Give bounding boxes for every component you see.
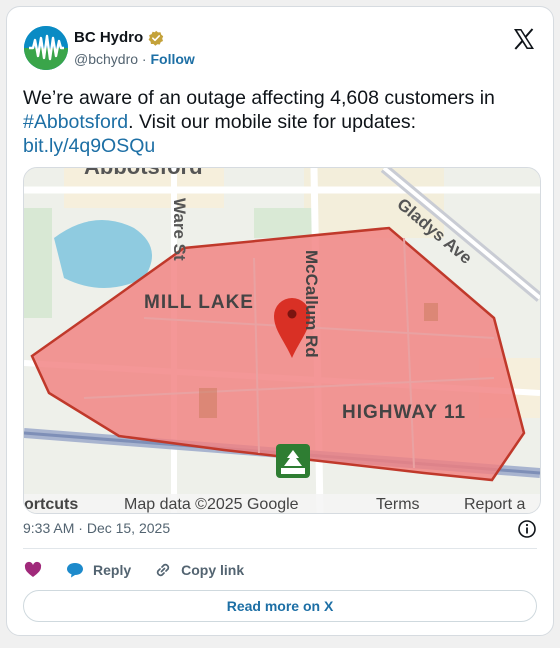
divider: [23, 548, 537, 549]
map-attribution: Map data ©2025 Google: [124, 496, 299, 513]
handle-separator: ·: [141, 51, 147, 67]
label-mill-lake: MILL LAKE: [144, 292, 254, 313]
hashtag-link[interactable]: #Abbotsford: [23, 111, 128, 133]
action-bar: Reply Copy link: [23, 560, 266, 580]
label-highway-11: HIGHWAY 11: [342, 402, 466, 423]
map-terms-link[interactable]: Terms: [376, 496, 420, 513]
copy-link-button[interactable]: Copy link: [153, 560, 244, 580]
map-canvas: Abbotsford Ware St Gladys Ave MILL LAKE …: [24, 168, 540, 513]
reply-label: Reply: [93, 562, 132, 578]
outage-map[interactable]: Abbotsford Ware St Gladys Ave MILL LAKE …: [23, 167, 541, 514]
follow-button[interactable]: Follow: [150, 51, 194, 67]
tweet-text: We’re aware of an outage affecting 4,608…: [23, 86, 533, 158]
tweet-date: Dec 15, 2025: [86, 520, 171, 536]
verified-badge-icon: [148, 30, 164, 46]
avatar[interactable]: [24, 26, 68, 70]
link-icon: [156, 563, 170, 577]
map-report-link[interactable]: Report a: [464, 496, 525, 513]
author-name-row: BC Hydro: [74, 29, 164, 46]
x-logo-icon[interactable]: [512, 27, 536, 51]
info-icon[interactable]: [517, 519, 537, 539]
heart-icon: [24, 561, 42, 577]
meta-separator: ·: [78, 520, 83, 536]
reply-button[interactable]: Reply: [65, 560, 131, 580]
like-button[interactable]: [23, 560, 43, 580]
label-ware-st: Ware St: [170, 198, 189, 261]
reply-bubble-icon: [67, 563, 83, 578]
author-handle-row: @bchydro · Follow: [74, 51, 195, 67]
label-mccallum-rd: McCallum Rd: [302, 250, 321, 358]
tweet-time: 9:33 AM: [23, 520, 75, 536]
tweet-text-part1: We’re aware of an outage affecting 4,608…: [23, 87, 495, 109]
map-shortcuts-link[interactable]: ortcuts: [24, 496, 78, 513]
tweet-card: BC Hydro @bchydro · Follow We’re aware o…: [6, 6, 554, 636]
label-top-cut: Abbotsford: [84, 168, 203, 179]
tweet-timestamp[interactable]: 9:33 AM · Dec 15, 2025: [23, 520, 170, 536]
tweet-text-part2: . Visit our mobile site for updates:: [128, 111, 417, 133]
author-name[interactable]: BC Hydro: [74, 29, 143, 46]
bc-hydro-logo-icon: [24, 26, 68, 70]
url-link[interactable]: bit.ly/4q9OSQu: [23, 135, 155, 157]
read-more-button[interactable]: Read more on X: [23, 590, 537, 622]
copy-link-label: Copy link: [181, 562, 245, 578]
author-handle[interactable]: @bchydro: [74, 51, 138, 67]
